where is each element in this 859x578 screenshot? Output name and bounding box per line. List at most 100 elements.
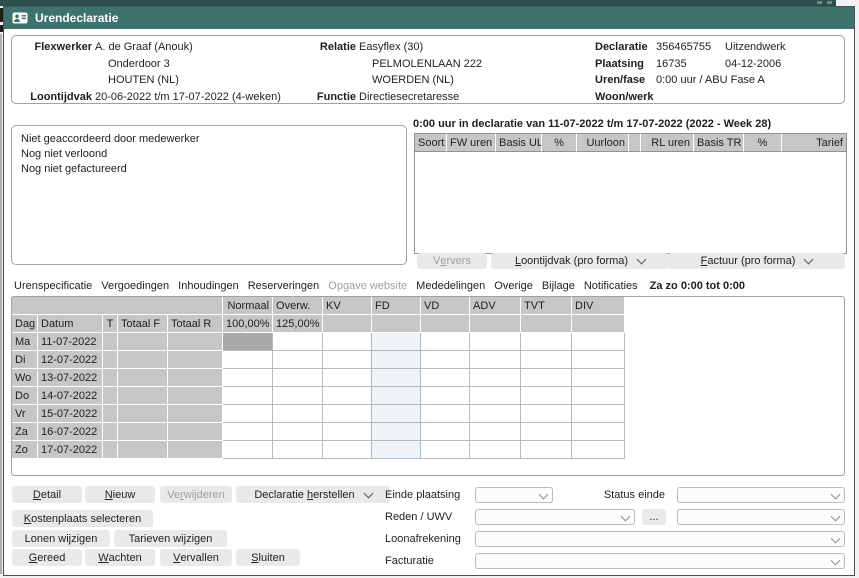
tab-bijlage[interactable]: Bijlage <box>542 280 575 292</box>
lonen-wijzigen-button[interactable]: Lonen wijzigen <box>12 530 110 547</box>
grid-hours-cell[interactable] <box>521 405 572 423</box>
grid-hours-cell[interactable] <box>572 405 625 423</box>
grid-hours-cell[interactable] <box>372 369 421 387</box>
grid-day-cell: Di <box>12 351 38 369</box>
grid-hours-cell[interactable] <box>323 333 372 351</box>
grid-hours-cell[interactable] <box>372 405 421 423</box>
tab-urenspecificatie[interactable]: Urenspecificatie <box>14 280 92 292</box>
kostenplaats-selecteren-button[interactable]: Kostenplaats selecteren <box>12 510 153 527</box>
grid-hours-cell[interactable] <box>572 423 625 441</box>
grid-hours-cell[interactable] <box>273 405 323 423</box>
tab-notificaties[interactable]: Notificaties <box>584 280 638 292</box>
grid-hours-cell[interactable] <box>421 333 470 351</box>
wachten-button[interactable]: Wachten <box>85 549 155 566</box>
gereed-button[interactable]: Gereed <box>12 549 82 566</box>
grid-hours-cell[interactable] <box>372 351 421 369</box>
screen: Urendeclaratie FlexwerkerA. de Graaf (An… <box>0 0 859 578</box>
declaratie-herstellen-button[interactable]: Declaratie herstellen <box>236 486 390 503</box>
grid-hours-cell[interactable] <box>521 351 572 369</box>
grid-hours-cell[interactable] <box>470 405 521 423</box>
grid-date-cell: 12-07-2022 <box>38 351 103 369</box>
grid-hours-cell[interactable] <box>223 405 273 423</box>
grid-hours-cell[interactable] <box>421 351 470 369</box>
grid-hours-cell[interactable] <box>273 441 323 459</box>
grid-header-vd: VD <box>421 297 470 315</box>
grid-hours-cell[interactable] <box>323 351 372 369</box>
col-tarief: Tarief <box>781 134 846 152</box>
grid-hours-cell[interactable] <box>372 441 421 459</box>
grid-hours-cell[interactable] <box>521 441 572 459</box>
grid-total-cell <box>118 351 168 369</box>
grid-hours-cell[interactable] <box>521 369 572 387</box>
vervallen-button[interactable]: Vervallen <box>160 549 232 566</box>
nieuw-button[interactable]: Nieuw <box>85 486 155 503</box>
grid-day-cell: Do <box>12 387 38 405</box>
grid-date-cell: 11-07-2022 <box>38 333 103 351</box>
more-options-button[interactable]: ... <box>642 509 666 525</box>
grid-hours-cell[interactable] <box>223 423 273 441</box>
grid-hours-cell[interactable] <box>223 351 273 369</box>
grid-hours-cell[interactable] <box>470 387 521 405</box>
tarieven-wijzigen-button[interactable]: Tarieven wijzigen <box>114 530 227 547</box>
grid-hours-cell[interactable] <box>323 423 372 441</box>
tab-overige[interactable]: Overige <box>494 280 533 292</box>
loonafrekening-select[interactable] <box>475 531 845 547</box>
grid-hours-cell[interactable] <box>572 351 625 369</box>
tab-reserveringen[interactable]: Reserveringen <box>248 280 320 292</box>
grid-hours-cell[interactable] <box>572 369 625 387</box>
grid-hours-cell[interactable] <box>421 405 470 423</box>
grid-hours-cell[interactable] <box>223 441 273 459</box>
reden-uwv-label: Reden / UWV <box>385 511 452 523</box>
grid-hours-cell[interactable] <box>323 387 372 405</box>
grid-hours-cell[interactable] <box>323 369 372 387</box>
grid-hours-cell[interactable] <box>372 387 421 405</box>
grid-hours-cell[interactable] <box>572 387 625 405</box>
grid-hours-cell[interactable] <box>470 333 521 351</box>
grid-hours-cell[interactable] <box>421 369 470 387</box>
einde-plaatsing-label: Einde plaatsing <box>385 489 460 501</box>
grid-day-cell: Wo <box>12 369 38 387</box>
grid-hours-cell[interactable] <box>323 405 372 423</box>
grid-hours-cell[interactable] <box>470 351 521 369</box>
grid-hours-cell[interactable] <box>521 333 572 351</box>
status-einde-select[interactable] <box>677 487 845 503</box>
tab-vergoedingen[interactable]: Vergoedingen <box>101 280 169 292</box>
grid-hours-cell[interactable] <box>421 441 470 459</box>
sluiten-button[interactable]: Sluiten <box>236 549 300 566</box>
facturatie-select[interactable] <box>475 553 845 569</box>
col-spacer <box>628 134 640 152</box>
grid-hours-cell[interactable] <box>470 441 521 459</box>
grid-hours-cell[interactable] <box>372 333 421 351</box>
grid-header-t: T <box>103 315 118 333</box>
grid-header-normaal: Normaal <box>223 297 273 315</box>
grid-hours-cell[interactable] <box>273 333 323 351</box>
grid-hours-cell[interactable] <box>572 333 625 351</box>
grid-hours-cell[interactable] <box>273 423 323 441</box>
grid-hours-cell[interactable] <box>521 423 572 441</box>
loontijdvak-pro-forma-button[interactable]: Loontijdvak (pro forma) <box>491 253 669 269</box>
factuur-pro-forma-button[interactable]: Factuur (pro forma) <box>668 253 845 269</box>
grid-hours-cell[interactable] <box>273 351 323 369</box>
grid-hours-cell[interactable] <box>421 387 470 405</box>
grid-hours-cell[interactable] <box>470 423 521 441</box>
grid-hours-cell[interactable] <box>421 423 470 441</box>
flexwerker-street: Onderdoor 3 <box>95 58 170 75</box>
grid-total-cell <box>103 351 118 369</box>
grid-hours-cell[interactable] <box>223 387 273 405</box>
grid-hours-cell[interactable] <box>372 423 421 441</box>
grid-hours-cell[interactable] <box>572 441 625 459</box>
tab-inhoudingen[interactable]: Inhoudingen <box>178 280 239 292</box>
tab-mededelingen[interactable]: Mededelingen <box>416 280 485 292</box>
reden-select[interactable] <box>475 509 635 525</box>
uwv-select[interactable] <box>677 509 845 525</box>
grid-hours-cell[interactable] <box>521 387 572 405</box>
grid-hours-cell[interactable] <box>273 387 323 405</box>
einde-plaatsing-select[interactable] <box>475 487 553 503</box>
grid-hours-cell[interactable] <box>223 369 273 387</box>
grid-hours-cell-selected[interactable] <box>223 333 273 351</box>
detail-button[interactable]: Detail <box>12 486 82 503</box>
col-uurloon: Uurloon <box>576 134 628 152</box>
grid-hours-cell[interactable] <box>470 369 521 387</box>
grid-hours-cell[interactable] <box>273 369 323 387</box>
grid-hours-cell[interactable] <box>323 441 372 459</box>
